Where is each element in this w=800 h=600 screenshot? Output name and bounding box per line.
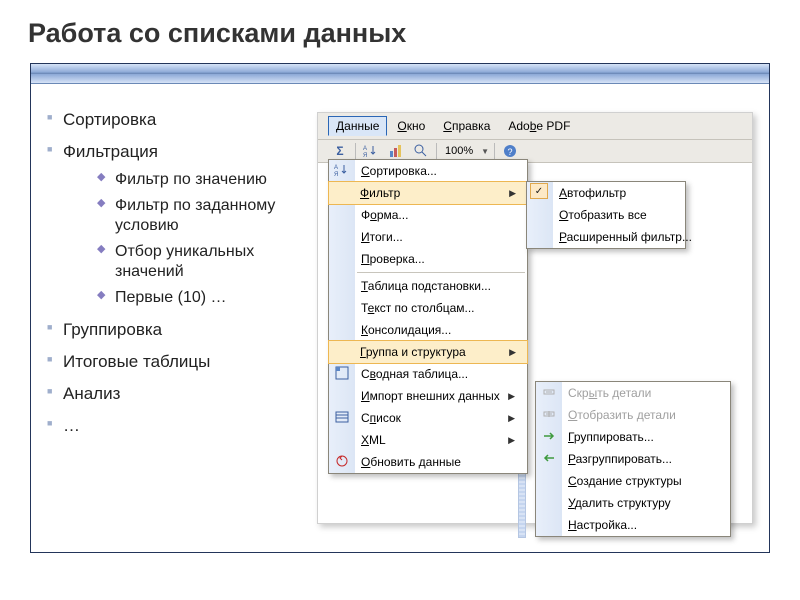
menu-item-consolidate[interactable]: Консолидация...	[329, 319, 527, 341]
submenu-ungroup[interactable]: Разгруппировать...	[536, 448, 730, 470]
separator	[436, 143, 437, 159]
menu-item-group[interactable]: Группа и структура▶	[328, 340, 528, 364]
submenu-advanced-filter[interactable]: Расширенный фильтр...	[527, 226, 685, 248]
submenu-group[interactable]: Группировать...	[536, 426, 730, 448]
sum-icon[interactable]: Σ	[330, 142, 350, 160]
arrow-right-icon: ▶	[509, 347, 516, 358]
menu-item-xml[interactable]: XML▶	[329, 429, 527, 451]
sort-asc-icon[interactable]: AЯ	[361, 142, 381, 160]
menu-item-filter[interactable]: Фильтр▶	[328, 181, 528, 205]
data-menu: AЯ Сортировка... Фильтр▶ Форма... Итоги.…	[328, 159, 528, 474]
chart-icon[interactable]	[386, 142, 406, 160]
menubar-item-adobe[interactable]: Adobe PDF	[500, 116, 578, 136]
header-bar	[31, 64, 769, 84]
check-icon: ✓	[530, 183, 548, 199]
svg-text:Я: Я	[363, 153, 367, 158]
menu-item-form[interactable]: Форма...	[329, 204, 527, 226]
menu-item-list[interactable]: Список▶	[329, 407, 527, 429]
menu-item-totals[interactable]: Итоги...	[329, 226, 527, 248]
separator	[355, 143, 356, 159]
submenu-show-all[interactable]: Отобразить все	[527, 204, 685, 226]
sub-filter-top10: Первые (10) …	[97, 288, 327, 308]
menu-item-sort[interactable]: AЯ Сортировка...	[329, 160, 527, 182]
arrow-right-icon: ▶	[509, 188, 516, 199]
chevron-down-icon[interactable]: ▼	[481, 147, 489, 156]
svg-text:Я: Я	[334, 172, 338, 177]
separator	[494, 143, 495, 159]
menu-item-import[interactable]: Импорт внешних данных▶	[329, 385, 527, 407]
menu-item-text-columns[interactable]: Текст по столбцам...	[329, 297, 527, 319]
svg-text:A: A	[334, 165, 338, 171]
menu-item-refresh[interactable]: Обновить данные	[329, 451, 527, 473]
ungroup-icon	[540, 450, 558, 466]
refresh-icon	[333, 453, 351, 469]
submenu-autofilter[interactable]: ✓ Автофильтр	[527, 182, 685, 204]
zoom-value[interactable]: 100%	[442, 145, 476, 157]
arrow-right-icon: ▶	[508, 391, 515, 402]
submenu-auto-outline[interactable]: Создание структуры	[536, 470, 730, 492]
hide-detail-icon	[540, 384, 558, 400]
sub-filter-cond: Фильтр по заданному условию	[97, 196, 327, 236]
sub-filter-unique: Отбор уникальных значений	[97, 242, 327, 282]
sort-icon: AЯ	[333, 162, 351, 178]
excel-screenshot: Данные Окно Справка Adobe PDF Σ AЯ 100% …	[317, 112, 753, 524]
group-icon	[540, 428, 558, 444]
group-submenu: Скрыть детали Отобразить детали Группиро…	[535, 381, 731, 537]
page-title: Работа со списками данных	[0, 0, 800, 63]
menu-item-table[interactable]: Таблица подстановки...	[329, 275, 527, 297]
menubar-item-help[interactable]: Справка	[435, 116, 498, 136]
list-icon	[333, 409, 351, 425]
arrow-right-icon: ▶	[508, 413, 515, 424]
submenu-settings[interactable]: Настройка...	[536, 514, 730, 536]
submenu-hide-detail: Скрыть детали	[536, 382, 730, 404]
zoom-icon[interactable]	[411, 142, 431, 160]
svg-text:?: ?	[508, 147, 513, 157]
svg-text:A: A	[363, 146, 367, 152]
pivot-icon	[333, 365, 351, 381]
arrow-right-icon: ▶	[508, 435, 515, 446]
show-detail-icon	[540, 406, 558, 422]
menu-item-validation[interactable]: Проверка...	[329, 248, 527, 270]
menubar-item-data[interactable]: Данные	[328, 116, 387, 136]
slide-frame: Сортировка Фильтрация Фильтр по значению…	[30, 63, 770, 553]
menu-separator	[357, 272, 525, 273]
submenu-clear-outline[interactable]: Удалить структуру	[536, 492, 730, 514]
filter-submenu: ✓ Автофильтр Отобразить все Расширенный …	[526, 181, 686, 249]
submenu-show-detail: Отобразить детали	[536, 404, 730, 426]
sub-filter-value: Фильтр по значению	[97, 170, 327, 190]
help-icon[interactable]: ?	[500, 142, 520, 160]
menu-item-pivot[interactable]: Сводная таблица...	[329, 363, 527, 385]
menubar: Данные Окно Справка Adobe PDF	[318, 113, 752, 140]
menubar-item-window[interactable]: Окно	[389, 116, 433, 136]
